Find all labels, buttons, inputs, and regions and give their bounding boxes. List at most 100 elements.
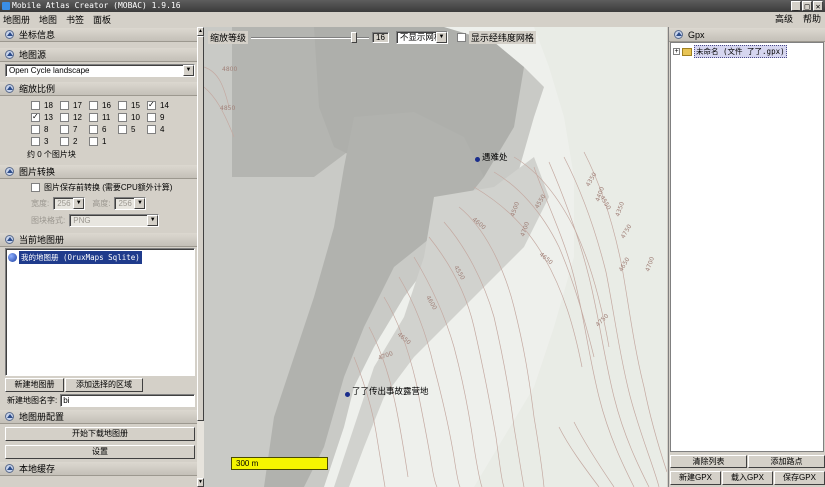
zoom-level-item[interactable]: 13 <box>31 112 60 122</box>
zoom-level-item[interactable]: 16 <box>89 100 118 110</box>
scroll-up-icon[interactable]: ▲ <box>197 27 204 36</box>
zoom-level-item[interactable]: 14 <box>147 100 176 110</box>
add-waypoint-button[interactable]: 添加路点 <box>748 455 825 468</box>
atlas-item[interactable]: 我的地图册 (OruxMaps Sqlite) <box>6 249 194 266</box>
zoom-level-checkbox[interactable] <box>60 100 69 110</box>
convert-tiles-checkbox[interactable] <box>31 183 40 192</box>
map-source-select[interactable]: Open Cycle landscape ▼ <box>5 64 195 77</box>
map-canvas[interactable]: 4800 4850 4550 4500 4600 4700 4650 4750 … <box>204 27 667 487</box>
zoom-level-checkbox[interactable] <box>118 124 127 134</box>
zoom-level-checkbox[interactable] <box>89 136 98 146</box>
zoom-level-checkbox[interactable] <box>31 136 40 146</box>
section-coords[interactable]: 坐标信息 <box>0 28 197 42</box>
atlas-name-input[interactable]: bi <box>60 394 195 407</box>
zoom-level-item[interactable]: 10 <box>118 112 147 122</box>
add-selection-button[interactable]: 添加选择的区域 <box>65 378 143 392</box>
zoom-level-item[interactable]: 2 <box>60 136 89 146</box>
collapse-icon[interactable] <box>5 30 14 39</box>
section-atlas-settings[interactable]: 地图册配置 <box>0 410 197 424</box>
load-gpx-button[interactable]: 载入GPX <box>722 471 773 485</box>
map-view[interactable]: 4800 4850 4550 4500 4600 4700 4650 4750 … <box>204 27 667 487</box>
zoom-level-item[interactable]: 12 <box>60 112 89 122</box>
format-select[interactable]: PNG ▼ <box>69 214 160 227</box>
collapse-icon[interactable] <box>5 167 14 176</box>
clear-list-button[interactable]: 清除列表 <box>670 455 747 468</box>
maximize-button[interactable]: □ <box>802 1 812 11</box>
zoom-level-checkbox[interactable] <box>89 112 98 122</box>
zoom-level-item[interactable]: 5 <box>118 124 147 134</box>
zoom-level-item[interactable]: 4 <box>147 124 176 134</box>
collapse-icon[interactable] <box>5 50 14 59</box>
zoom-level-item[interactable]: 8 <box>31 124 60 134</box>
zoom-level-checkbox[interactable] <box>147 112 156 122</box>
zoom-level-item[interactable]: 7 <box>60 124 89 134</box>
zoom-level-checkbox[interactable] <box>147 124 156 134</box>
expand-icon[interactable]: + <box>673 48 680 55</box>
settings-button[interactable]: 设置 <box>5 445 195 459</box>
latlon-grid-checkbox[interactable] <box>456 33 466 42</box>
menu-atlas[interactable]: 地图册 <box>3 13 30 26</box>
collapse-icon[interactable] <box>5 235 14 244</box>
zoom-level-checkbox[interactable] <box>147 100 156 110</box>
scrollbar-thumb[interactable] <box>197 36 204 421</box>
section-local-cache[interactable]: 本地缓存 <box>0 462 197 476</box>
zoom-level-item[interactable]: 17 <box>60 100 89 110</box>
collapse-icon[interactable] <box>5 84 14 93</box>
zoom-slider-thumb[interactable] <box>351 32 358 43</box>
zoom-level-checkbox[interactable] <box>60 136 69 146</box>
menu-advanced[interactable]: 高级 <box>775 12 793 26</box>
zoom-level-item[interactable]: 1 <box>89 136 118 146</box>
zoom-level-checkbox[interactable] <box>89 100 98 110</box>
zoom-level-checkbox[interactable] <box>31 100 40 110</box>
gpx-tree[interactable]: + 未命名 (文件 了了.gpx) <box>670 42 824 452</box>
section-zoom[interactable]: 缩放比例 <box>0 82 197 96</box>
zoom-level-item[interactable]: 6 <box>89 124 118 134</box>
width-select[interactable]: 256 ▼ <box>53 197 86 210</box>
scroll-down-icon[interactable]: ▼ <box>197 478 204 487</box>
grid-select[interactable]: 不显示网格 ▼ <box>395 31 448 44</box>
new-atlas-button[interactable]: 新建地图册 <box>5 378 64 392</box>
zoom-level-checkbox[interactable] <box>89 124 98 134</box>
new-gpx-button[interactable]: 新建GPX <box>670 471 721 485</box>
zoom-level-checkbox[interactable] <box>118 100 127 110</box>
close-button[interactable]: ✕ <box>813 1 823 11</box>
zoom-level-checkbox[interactable] <box>31 112 40 122</box>
menu-maps[interactable]: 地图 <box>39 13 57 26</box>
zoom-level-item[interactable]: 15 <box>118 100 147 110</box>
waypoint-marker-icon[interactable] <box>345 392 350 397</box>
menu-help[interactable]: 帮助 <box>803 12 821 26</box>
height-select[interactable]: 256 ▼ <box>114 197 147 210</box>
gpx-header[interactable]: Gpx <box>669 28 825 42</box>
zoom-level-checkbox[interactable] <box>118 112 127 122</box>
zoom-level-label: 8 <box>44 124 49 134</box>
start-download-button[interactable]: 开始下载地图册 <box>5 427 195 441</box>
save-gpx-button[interactable]: 保存GPX <box>774 471 825 485</box>
collapse-icon[interactable] <box>674 30 683 39</box>
dropdown-arrow-icon[interactable]: ▼ <box>435 32 447 43</box>
minimize-button[interactable]: _ <box>791 1 801 11</box>
zoom-level-item[interactable]: 9 <box>147 112 176 122</box>
zoom-level-checkbox[interactable] <box>60 124 69 134</box>
zoom-level-checkbox[interactable] <box>31 124 40 134</box>
collapse-icon[interactable] <box>5 464 14 473</box>
collapse-icon[interactable] <box>5 412 14 421</box>
dropdown-arrow-icon[interactable]: ▼ <box>134 198 146 209</box>
atlas-tree[interactable]: 我的地图册 (OruxMaps Sqlite) <box>5 248 195 376</box>
gpx-tree-item[interactable]: + 未命名 (文件 了了.gpx) <box>671 43 823 60</box>
waypoint-marker-icon[interactable] <box>475 157 480 162</box>
menu-panels[interactable]: 面板 <box>93 13 111 26</box>
zoom-level-item[interactable]: 11 <box>89 112 118 122</box>
section-tile-convert[interactable]: 图片转换 <box>0 165 197 179</box>
zoom-level-checkbox[interactable] <box>60 112 69 122</box>
zoom-level-item[interactable]: 3 <box>31 136 60 146</box>
dropdown-arrow-icon[interactable]: ▼ <box>183 65 194 76</box>
dropdown-arrow-icon[interactable]: ▼ <box>73 198 85 209</box>
section-map-source[interactable]: 地图源 <box>0 48 197 62</box>
section-current-atlas[interactable]: 当前地图册 <box>0 233 197 247</box>
menu-bookmarks[interactable]: 书签 <box>66 13 84 26</box>
dropdown-arrow-icon[interactable]: ▼ <box>147 215 159 226</box>
atlas-name-label: 新建地图名字: <box>7 396 58 405</box>
zoom-level-item[interactable]: 18 <box>31 100 60 110</box>
left-panel-scrollbar[interactable]: ▲ ▼ <box>197 27 204 487</box>
zoom-slider[interactable] <box>251 32 370 43</box>
